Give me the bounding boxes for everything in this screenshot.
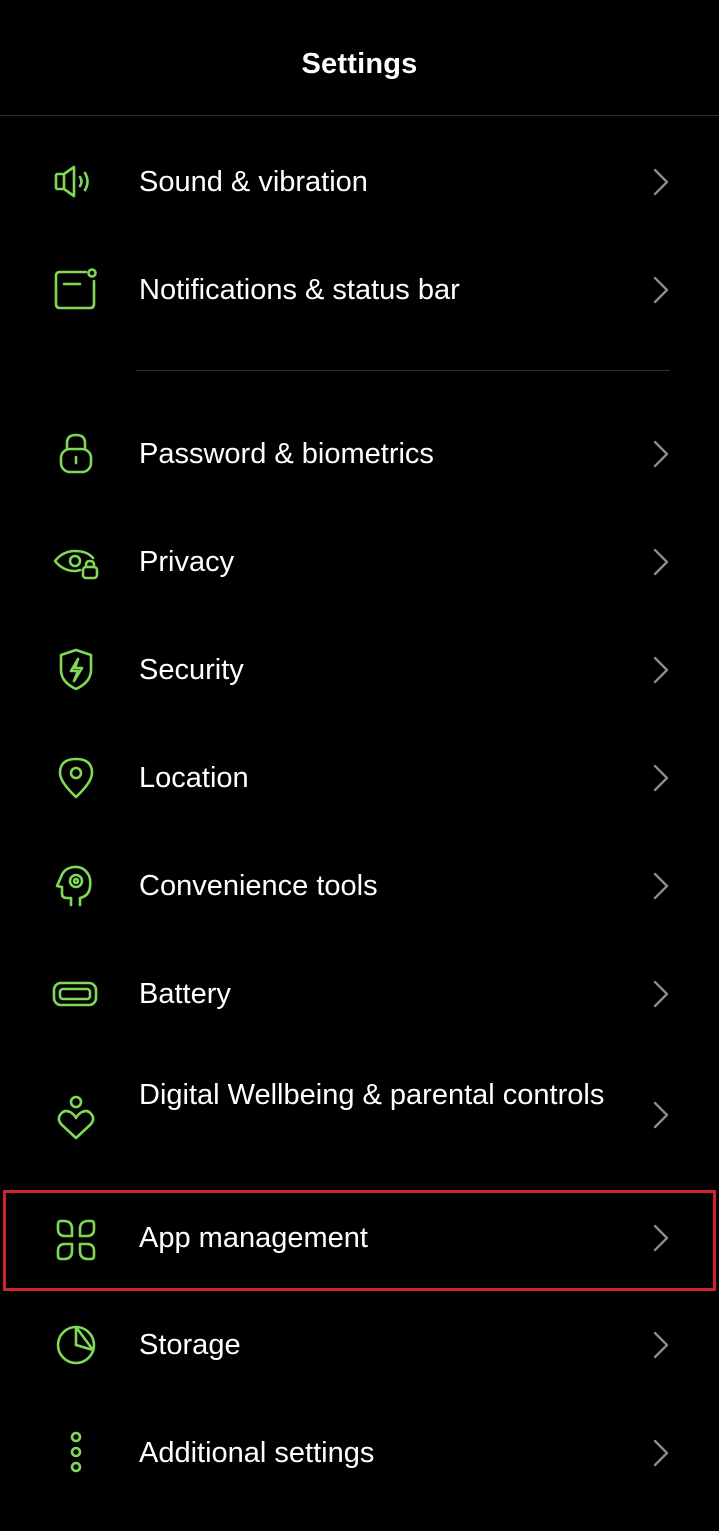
settings-item-label: Location (139, 762, 249, 794)
page-title: Settings (301, 48, 418, 80)
settings-item-notifications[interactable]: Notifications & status bar (0, 236, 719, 344)
settings-item-sound-vibration[interactable]: Sound & vibration (0, 128, 719, 236)
chevron-right-icon (646, 1328, 676, 1362)
chevron-right-icon (646, 1221, 676, 1255)
settings-item-app-management[interactable]: App management (0, 1190, 719, 1291)
settings-item-label: Additional settings (139, 1437, 375, 1469)
section-divider (136, 370, 670, 371)
settings-item-security[interactable]: Security (0, 616, 719, 724)
chevron-right-icon (646, 869, 676, 903)
speaker-icon (50, 156, 102, 208)
chevron-right-icon (646, 1098, 676, 1132)
settings-item-label: Storage (139, 1329, 241, 1361)
notification-icon (50, 264, 102, 316)
top-bar: Settings (0, 0, 719, 116)
settings-item-label: App management (139, 1222, 368, 1254)
settings-item-label: Notifications & status bar (139, 274, 460, 306)
chevron-right-icon (646, 165, 676, 199)
battery-icon (50, 968, 102, 1020)
storage-pie-icon (50, 1319, 102, 1371)
more-dots-icon (50, 1427, 102, 1479)
settings-item-label: Security (139, 654, 244, 686)
chevron-right-icon (646, 977, 676, 1011)
chevron-right-icon (646, 545, 676, 579)
settings-item-storage[interactable]: Storage (0, 1291, 719, 1399)
privacy-eye-icon (50, 536, 102, 588)
settings-item-label: Battery (139, 978, 231, 1010)
chevron-right-icon (646, 1436, 676, 1470)
convenience-tools-icon (50, 860, 102, 912)
chevron-right-icon (646, 761, 676, 795)
lock-icon (50, 428, 102, 480)
chevron-right-icon (646, 437, 676, 471)
settings-item-convenience-tools[interactable]: Convenience tools (0, 832, 719, 940)
settings-item-password-biometrics[interactable]: Password & biometrics (0, 400, 719, 508)
settings-item-label: Privacy (139, 546, 235, 578)
wellbeing-icon (50, 1092, 102, 1144)
settings-item-location[interactable]: Location (0, 724, 719, 832)
settings-item-label: Digital Wellbeing & parental controls (139, 1079, 605, 1111)
app-grid-icon (50, 1214, 102, 1266)
shield-icon (50, 644, 102, 696)
location-pin-icon (50, 752, 102, 804)
settings-item-privacy[interactable]: Privacy (0, 508, 719, 616)
settings-item-label: Convenience tools (139, 870, 378, 902)
settings-item-label: Password & biometrics (139, 438, 434, 470)
settings-item-additional-settings[interactable]: Additional settings (0, 1399, 719, 1507)
settings-item-battery[interactable]: Battery (0, 940, 719, 1048)
settings-item-label: Sound & vibration (139, 166, 368, 198)
chevron-right-icon (646, 653, 676, 687)
settings-item-digital-wellbeing[interactable]: Digital Wellbeing & parental controls (0, 1048, 719, 1190)
chevron-right-icon (646, 273, 676, 307)
